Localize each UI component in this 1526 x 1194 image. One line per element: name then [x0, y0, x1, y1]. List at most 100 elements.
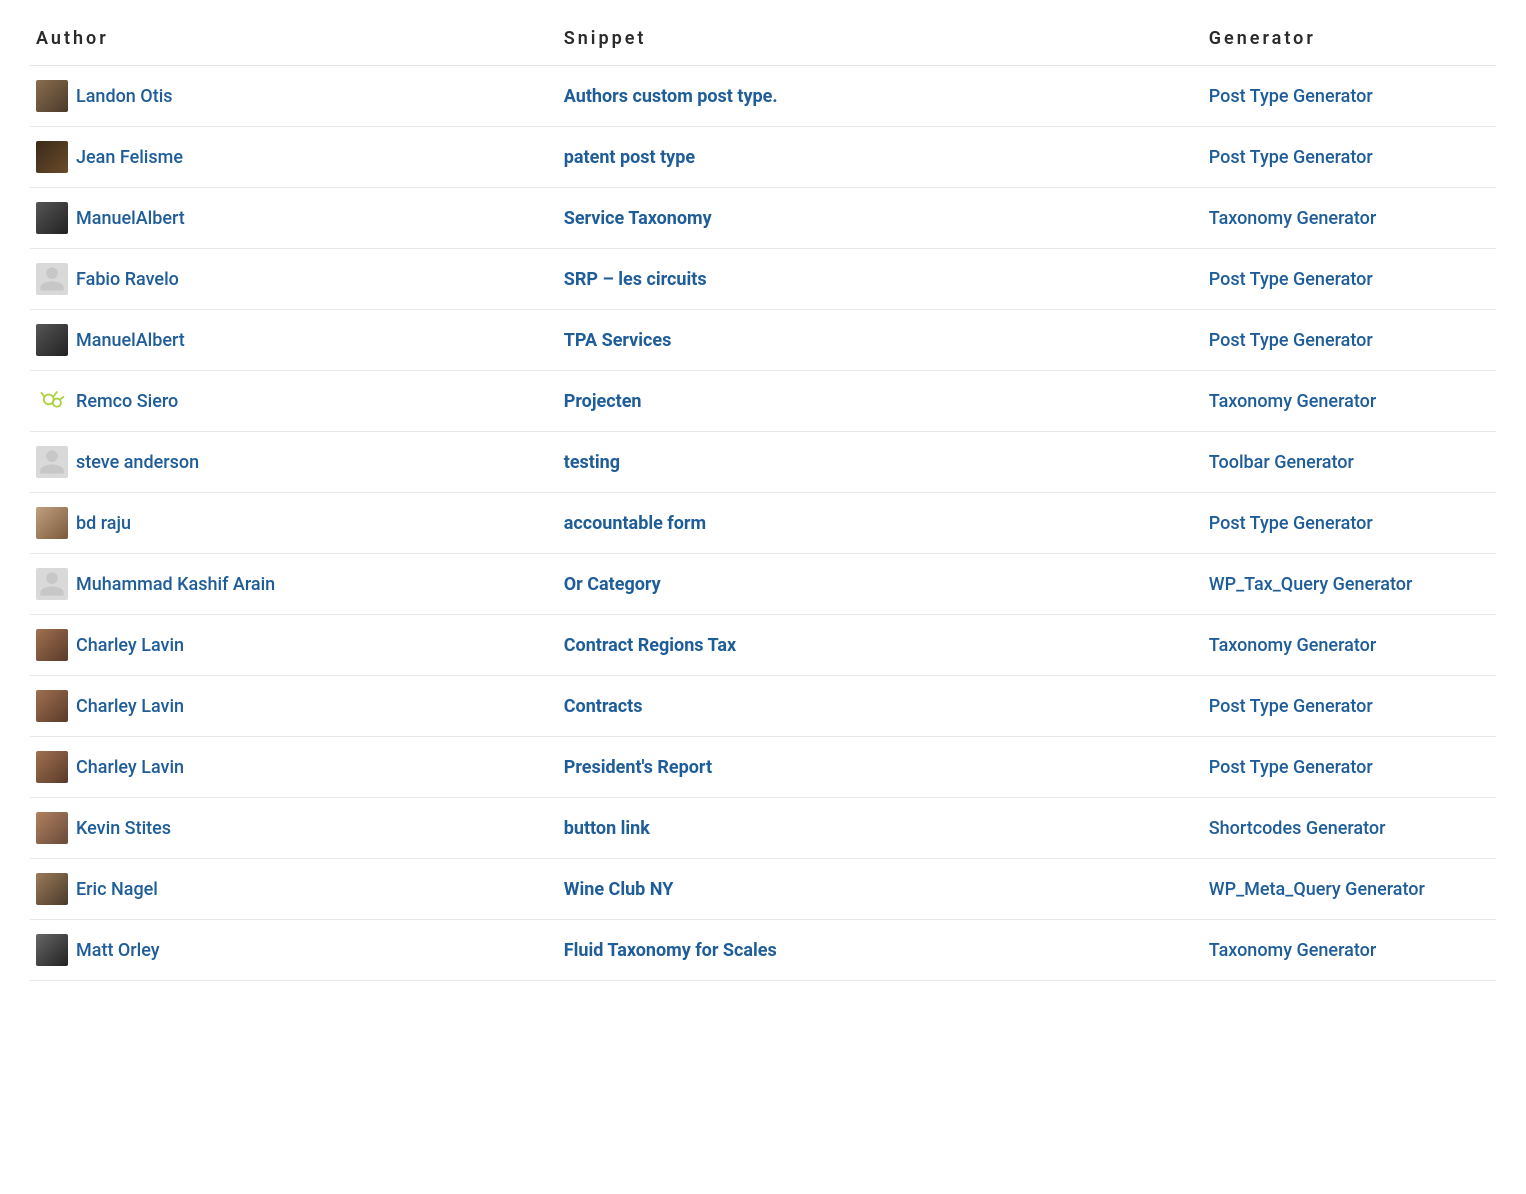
table-row: Charley Lavin President's Report Post Type… — [30, 737, 1496, 798]
table-row: Muhammad Kashif Arain Or Category WP_Tax_Q… — [30, 554, 1496, 615]
generator-link[interactable]: Post Type Generator — [1209, 330, 1373, 351]
snippet-cell: button link — [558, 798, 1203, 859]
header-snippet[interactable]: Snippet — [558, 20, 1203, 66]
table-row: ManuelAlbert Service Taxonomy Taxonomy Gen… — [30, 188, 1496, 249]
snippet-link[interactable]: Fluid Taxonomy for Scales — [564, 940, 777, 961]
author-cell: Charley Lavin — [30, 615, 558, 676]
author-cell: Charley Lavin — [30, 737, 558, 798]
table-row: Jean Felisme patent post type Post Type Ge… — [30, 127, 1496, 188]
avatar[interactable] — [36, 568, 68, 600]
author-link[interactable]: steve anderson — [76, 452, 199, 473]
author-cell: ManuelAlbert — [30, 310, 558, 371]
snippet-link[interactable]: TPA Services — [564, 330, 672, 351]
snippet-cell: Projecten — [558, 371, 1203, 432]
author-link[interactable]: Charley Lavin — [76, 696, 184, 717]
table-row: Fabio Ravelo SRP – les circuits Post Type … — [30, 249, 1496, 310]
generator-cell: Post Type Generator — [1203, 66, 1496, 127]
author-cell: Kevin Stites — [30, 798, 558, 859]
generator-link[interactable]: Post Type Generator — [1209, 147, 1373, 168]
avatar[interactable] — [36, 751, 68, 783]
generator-cell: Toolbar Generator — [1203, 432, 1496, 493]
author-link[interactable]: Remco Siero — [76, 391, 178, 412]
header-author[interactable]: Author — [30, 20, 558, 66]
snippet-link[interactable]: Service Taxonomy — [564, 208, 712, 229]
generator-link[interactable]: Post Type Generator — [1209, 269, 1373, 290]
author-link[interactable]: bd raju — [76, 513, 131, 534]
generator-link[interactable]: Post Type Generator — [1209, 86, 1373, 107]
avatar[interactable] — [36, 629, 68, 661]
snippet-cell: patent post type — [558, 127, 1203, 188]
generator-link[interactable]: WP_Meta_Query Generator — [1209, 879, 1425, 900]
snippet-cell: Service Taxonomy — [558, 188, 1203, 249]
avatar[interactable] — [36, 690, 68, 722]
snippet-link[interactable]: button link — [564, 818, 650, 839]
author-link[interactable]: Landon Otis — [76, 86, 173, 107]
generator-link[interactable]: Post Type Generator — [1209, 757, 1373, 778]
generator-link[interactable]: Shortcodes Generator — [1209, 818, 1386, 839]
generator-link[interactable]: Toolbar Generator — [1209, 452, 1354, 473]
author-link[interactable]: Fabio Ravelo — [76, 269, 179, 290]
generator-link[interactable]: Taxonomy Generator — [1209, 940, 1376, 961]
generator-cell: Shortcodes Generator — [1203, 798, 1496, 859]
table-row: Kevin Stites button link Shortcodes Genera… — [30, 798, 1496, 859]
generator-cell: Taxonomy Generator — [1203, 188, 1496, 249]
author-cell: Fabio Ravelo — [30, 249, 558, 310]
avatar[interactable] — [36, 446, 68, 478]
snippet-link[interactable]: Contracts — [564, 696, 643, 717]
avatar[interactable] — [36, 507, 68, 539]
avatar[interactable] — [36, 141, 68, 173]
author-link[interactable]: Muhammad Kashif Arain — [76, 574, 275, 595]
snippet-link[interactable]: Contract Regions Tax — [564, 635, 736, 656]
table-row: bd raju accountable form Post Type Generat… — [30, 493, 1496, 554]
author-link[interactable]: Charley Lavin — [76, 635, 184, 656]
generator-link[interactable]: Taxonomy Generator — [1209, 635, 1376, 656]
snippet-link[interactable]: President's Report — [564, 757, 712, 778]
snippet-link[interactable]: Projecten — [564, 391, 642, 412]
generator-cell: WP_Tax_Query Generator — [1203, 554, 1496, 615]
generator-link[interactable]: Taxonomy Generator — [1209, 391, 1376, 412]
avatar[interactable] — [36, 324, 68, 356]
avatar[interactable] — [36, 812, 68, 844]
avatar[interactable] — [36, 385, 68, 417]
snippet-cell: Authors custom post type. — [558, 66, 1203, 127]
author-cell: Landon Otis — [30, 66, 558, 127]
table-row: Charley Lavin Contract Regions Tax Taxonom… — [30, 615, 1496, 676]
snippets-table: Author Snippet Generator Landon Otis Auth… — [30, 20, 1496, 981]
avatar[interactable] — [36, 873, 68, 905]
author-link[interactable]: Charley Lavin — [76, 757, 184, 778]
snippet-link[interactable]: testing — [564, 452, 620, 473]
author-link[interactable]: Eric Nagel — [76, 879, 158, 900]
generator-cell: Taxonomy Generator — [1203, 615, 1496, 676]
author-cell: bd raju — [30, 493, 558, 554]
author-cell: Jean Felisme — [30, 127, 558, 188]
avatar[interactable] — [36, 934, 68, 966]
snippet-cell: Wine Club NY — [558, 859, 1203, 920]
author-link[interactable]: Jean Felisme — [76, 147, 183, 168]
generator-link[interactable]: Post Type Generator — [1209, 696, 1373, 717]
generator-cell: Taxonomy Generator — [1203, 371, 1496, 432]
snippet-cell: President's Report — [558, 737, 1203, 798]
snippet-link[interactable]: SRP – les circuits — [564, 269, 707, 290]
author-link[interactable]: ManuelAlbert — [76, 330, 185, 351]
avatar[interactable] — [36, 80, 68, 112]
author-link[interactable]: ManuelAlbert — [76, 208, 185, 229]
generator-link[interactable]: WP_Tax_Query Generator — [1209, 574, 1413, 595]
snippet-cell: SRP – les circuits — [558, 249, 1203, 310]
author-link[interactable]: Kevin Stites — [76, 818, 171, 839]
avatar[interactable] — [36, 263, 68, 295]
generator-link[interactable]: Taxonomy Generator — [1209, 208, 1376, 229]
snippet-cell: Fluid Taxonomy for Scales — [558, 920, 1203, 981]
header-generator[interactable]: Generator — [1203, 20, 1496, 66]
snippet-link[interactable]: Wine Club NY — [564, 879, 674, 900]
snippet-link[interactable]: patent post type — [564, 147, 695, 168]
avatar[interactable] — [36, 202, 68, 234]
author-cell: ManuelAlbert — [30, 188, 558, 249]
generator-cell: Post Type Generator — [1203, 127, 1496, 188]
snippet-link[interactable]: Authors custom post type. — [564, 86, 778, 107]
snippet-cell: Contract Regions Tax — [558, 615, 1203, 676]
snippet-link[interactable]: Or Category — [564, 574, 661, 595]
author-link[interactable]: Matt Orley — [76, 940, 160, 961]
snippet-cell: testing — [558, 432, 1203, 493]
snippet-link[interactable]: accountable form — [564, 513, 706, 534]
generator-link[interactable]: Post Type Generator — [1209, 513, 1373, 534]
